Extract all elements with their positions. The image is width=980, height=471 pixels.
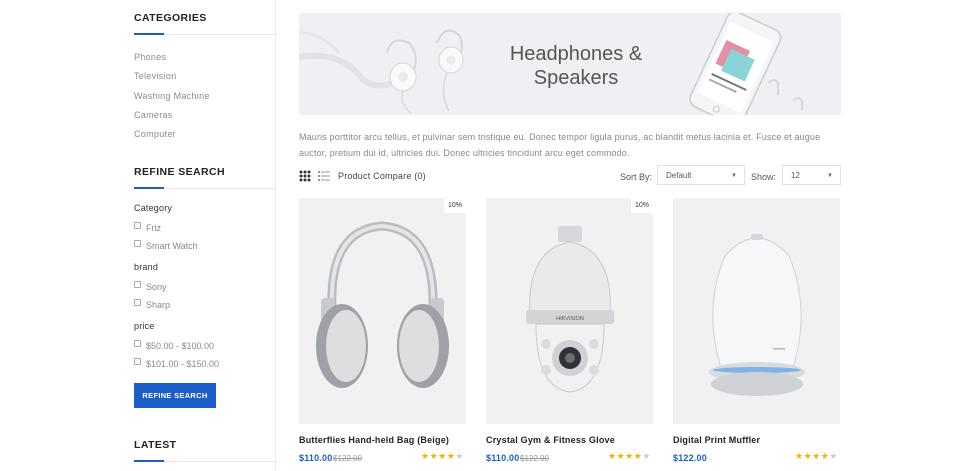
filter-category-title: Category: [134, 203, 173, 213]
filter-option-smart-watch[interactable]: Smart Watch: [134, 239, 198, 251]
category-link-cameras[interactable]: Cameras: [134, 110, 173, 120]
filter-option-label: Sharp: [146, 300, 171, 310]
checkbox[interactable]: [134, 339, 141, 347]
star-icon: ★: [438, 451, 447, 461]
discount-badge: 10%: [444, 198, 466, 213]
chevron-down-icon: ▼: [731, 173, 737, 179]
category-description: Mauris porttitor arcu tellus, et pulvina…: [299, 132, 821, 158]
star-icon: ★: [812, 451, 821, 461]
banner-title-line1: Headphones &: [509, 43, 643, 65]
checkbox[interactable]: [134, 298, 141, 306]
category-link-computer[interactable]: Computer: [134, 129, 176, 139]
speaker-image: [709, 234, 805, 396]
grid-view-icon[interactable]: [299, 169, 311, 182]
product-image[interactable]: HIKVISION 10%: [486, 198, 653, 424]
sort-by-value: Default: [666, 170, 692, 180]
product-price: $122.00: [673, 453, 707, 463]
categories-heading: CATEGORIES: [134, 12, 207, 24]
checkbox[interactable]: [134, 357, 141, 365]
rating-stars: ★★★★★: [795, 451, 838, 462]
product-name[interactable]: Digital Print Muffler: [673, 435, 760, 445]
show-count-value: 12: [791, 170, 800, 180]
star-icon: ★: [429, 451, 439, 461]
star-empty-icon: ★: [455, 451, 464, 461]
checkbox[interactable]: [134, 221, 141, 229]
category-link-washing-machine[interactable]: Washing Machine: [134, 91, 210, 101]
product-price: $110.00: [299, 453, 333, 463]
filter-brand-title: brand: [134, 262, 159, 272]
category-link-phones[interactable]: Phones: [134, 52, 166, 62]
categories-underline: [134, 33, 276, 35]
sort-by-label: Sort By:: [620, 172, 653, 182]
filter-option-label: Sony: [146, 282, 167, 292]
star-empty-icon: ★: [829, 451, 838, 461]
filter-price-title: price: [134, 321, 155, 331]
checkbox[interactable]: [134, 239, 141, 247]
filter-option-label: Friz: [146, 223, 161, 233]
product-image[interactable]: 10%: [299, 198, 466, 424]
filter-option-label: Smart Watch: [146, 241, 198, 251]
filter-option-label: $50.00 - $100.00: [146, 341, 215, 351]
star-icon: ★: [421, 451, 430, 461]
rating-stars: ★★★★★: [421, 451, 464, 462]
filter-option-label: $101.00 - $150.00: [146, 359, 220, 369]
show-label: Show:: [751, 172, 777, 182]
discount-badge: 10%: [631, 198, 653, 213]
star-icon: ★: [803, 451, 813, 461]
refine-search-button[interactable]: REFINE SEARCH: [134, 383, 216, 408]
product-name[interactable]: Crystal Gym & Fitness Glove: [486, 435, 615, 445]
show-count-select[interactable]: 12 ▼: [782, 165, 841, 185]
star-icon: ★: [625, 451, 634, 461]
product-compare-link[interactable]: Product Compare (0): [338, 171, 426, 181]
sidebar: CATEGORIES Phones Television Washing Mac…: [134, 0, 276, 471]
star-icon: ★: [795, 451, 804, 461]
filter-option-price-101-150[interactable]: $101.00 - $150.00: [134, 357, 220, 369]
sort-by-select[interactable]: Default ▼: [657, 165, 745, 185]
banner-title: Headphones & Speakers: [505, 42, 647, 90]
rating-stars: ★★★★★: [608, 451, 651, 462]
chevron-down-icon: ▼: [827, 173, 833, 179]
star-icon: ★: [616, 451, 626, 461]
banner-title-line2: Speakers: [533, 67, 619, 89]
product-image[interactable]: [673, 198, 840, 424]
latest-heading: LATEST: [134, 439, 177, 451]
filter-option-sharp[interactable]: Sharp: [134, 298, 171, 310]
security-camera-image: HIKVISION: [526, 226, 614, 393]
filter-option-friz[interactable]: Friz: [134, 221, 161, 233]
latest-underline: [134, 460, 276, 462]
star-empty-icon: ★: [642, 451, 651, 461]
list-view-icon[interactable]: [318, 169, 330, 181]
category-banner: Headphones & Speakers: [299, 13, 841, 115]
category-link-television[interactable]: Television: [134, 71, 177, 81]
filter-option-sony[interactable]: Sony: [134, 280, 167, 292]
filter-option-price-50-100[interactable]: $50.00 - $100.00: [134, 339, 215, 351]
svg-text:HIKVISION: HIKVISION: [556, 316, 584, 322]
product-old-price: $122.00: [333, 454, 362, 463]
product-old-price: $122.00: [520, 454, 549, 463]
refine-search-heading: REFINE SEARCH: [134, 166, 225, 178]
checkbox[interactable]: [134, 280, 141, 288]
product-name[interactable]: Butterflies Hand-held Bag (Beige): [299, 435, 449, 445]
refine-underline: [134, 187, 276, 189]
star-icon: ★: [608, 451, 617, 461]
product-price: $110.00: [486, 453, 520, 463]
headphones-image: [316, 221, 449, 388]
